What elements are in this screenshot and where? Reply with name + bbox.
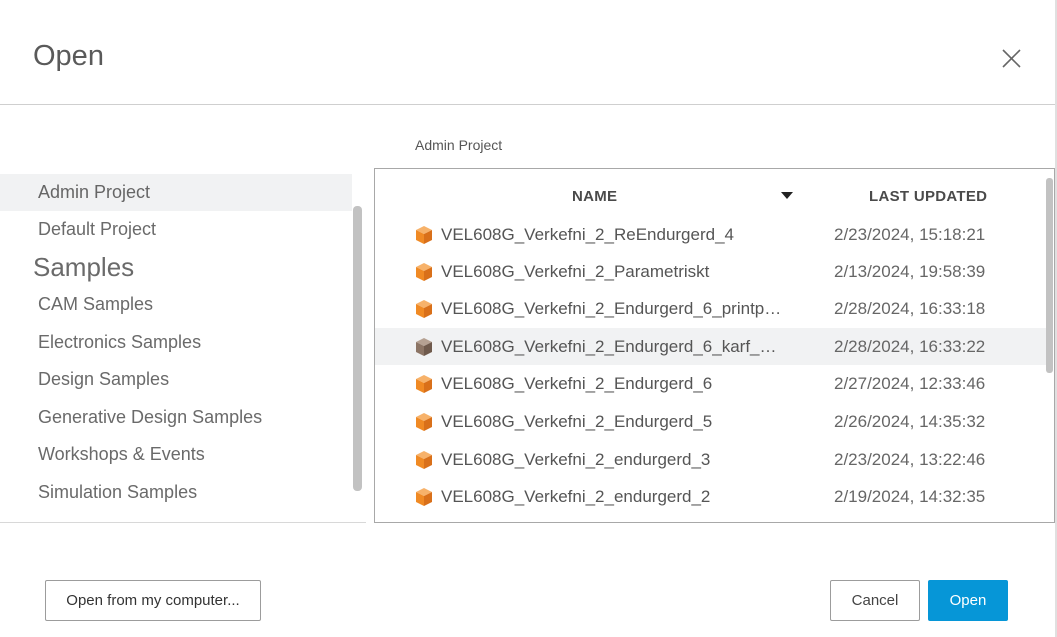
file-name: VEL608G_Verkefni_2_Endurgerd_6_karf_…: [441, 337, 777, 356]
dialog-title: Open: [33, 40, 104, 72]
breadcrumb: Admin Project: [415, 137, 503, 153]
file-date: 2/28/2024, 16:33:22: [834, 337, 986, 356]
file-row[interactable]: VEL608G_Verkefni_2_endurgerd_2 2/19/2024…: [375, 478, 1048, 515]
file-date: 2/27/2024, 12:33:46: [834, 374, 986, 393]
file-row[interactable]: VEL608G_Verkefni_2_Endurgerd_6 2/27/2024…: [375, 365, 1048, 402]
open-button[interactable]: Open: [928, 580, 1008, 621]
sidebar-item-cam-samples[interactable]: CAM Samples: [0, 286, 352, 323]
file-row[interactable]: VEL608G_Verkefni_2_Parametriskt 2/13/202…: [375, 253, 1048, 290]
file-date: 2/23/2024, 15:18:21: [834, 225, 986, 244]
orange-cube-icon: [416, 226, 432, 244]
open-dialog: Open Admin Project Default Project Sampl…: [0, 0, 1057, 637]
file-row[interactable]: VEL608G_Verkefni_2_ReEndurgerd_4 2/23/20…: [375, 216, 1048, 253]
orange-cube-icon: [416, 263, 432, 281]
file-row[interactable]: VEL608G_Verkefni_2_Endurgerd_5 2/26/2024…: [375, 403, 1048, 440]
file-date: 2/13/2024, 19:58:39: [834, 262, 986, 281]
sidebar-item-electronics-samples[interactable]: Electronics Samples: [0, 324, 352, 361]
sidebar-scrollbar[interactable]: [353, 206, 362, 491]
file-name: VEL608G_Verkefni_2_Endurgerd_6_printp…: [441, 299, 782, 318]
close-icon[interactable]: [999, 46, 1025, 72]
orange-cube-icon: [416, 451, 432, 469]
orange-cube-icon: [416, 375, 432, 393]
samples-heading: Samples: [33, 252, 135, 282]
brown-cube-icon: [416, 338, 432, 356]
orange-cube-icon: [416, 488, 432, 506]
sidebar-item-workshops-events[interactable]: Workshops & Events: [0, 436, 352, 473]
sort-descending-icon[interactable]: [781, 192, 793, 199]
orange-cube-icon: [416, 413, 432, 431]
file-row[interactable]: VEL608G_Verkefni_2_Endurgerd_6_printp… 2…: [375, 290, 1048, 327]
sidebar-item-simulation-samples[interactable]: Simulation Samples: [0, 474, 352, 511]
column-header-name[interactable]: NAME: [572, 188, 617, 205]
dialog-header: Open: [0, 0, 1055, 105]
file-name: VEL608G_Verkefni_2_endurgerd_2: [441, 487, 711, 506]
file-name: VEL608G_Verkefni_2_Endurgerd_5: [441, 412, 713, 431]
column-header-last-updated[interactable]: LAST UPDATED: [869, 188, 987, 205]
file-row[interactable]: VEL608G_Verkefni_2_endurgerd_3 2/23/2024…: [375, 441, 1048, 478]
sidebar-item-generative-design-samples[interactable]: Generative Design Samples: [0, 399, 352, 436]
sidebar-item-admin-project[interactable]: Admin Project: [0, 174, 352, 211]
open-from-computer-button[interactable]: Open from my computer...: [45, 580, 261, 621]
project-sidebar: Admin Project Default Project Samples CA…: [0, 173, 366, 523]
file-date: 2/23/2024, 13:22:46: [834, 450, 986, 469]
orange-cube-icon: [416, 300, 432, 318]
file-date: 2/28/2024, 16:33:18: [834, 299, 986, 318]
file-name: VEL608G_Verkefni_2_ReEndurgerd_4: [441, 225, 734, 244]
file-name: VEL608G_Verkefni_2_endurgerd_3: [441, 450, 711, 469]
file-list-scrollbar[interactable]: [1046, 178, 1053, 373]
file-date: 2/26/2024, 14:35:32: [834, 412, 986, 431]
file-name: VEL608G_Verkefni_2_Endurgerd_6: [441, 374, 713, 393]
sidebar-item-design-samples[interactable]: Design Samples: [0, 361, 352, 398]
file-list: NAME LAST UPDATED VEL608G_Verkefni_2_ReE…: [374, 168, 1055, 523]
cancel-button[interactable]: Cancel: [830, 580, 920, 621]
sidebar-item-default-project[interactable]: Default Project: [0, 211, 352, 248]
file-name: VEL608G_Verkefni_2_Parametriskt: [441, 262, 710, 281]
file-date: 2/19/2024, 14:32:35: [834, 487, 986, 506]
file-row-highlighted[interactable]: VEL608G_Verkefni_2_Endurgerd_6_karf_… 2/…: [375, 328, 1048, 365]
